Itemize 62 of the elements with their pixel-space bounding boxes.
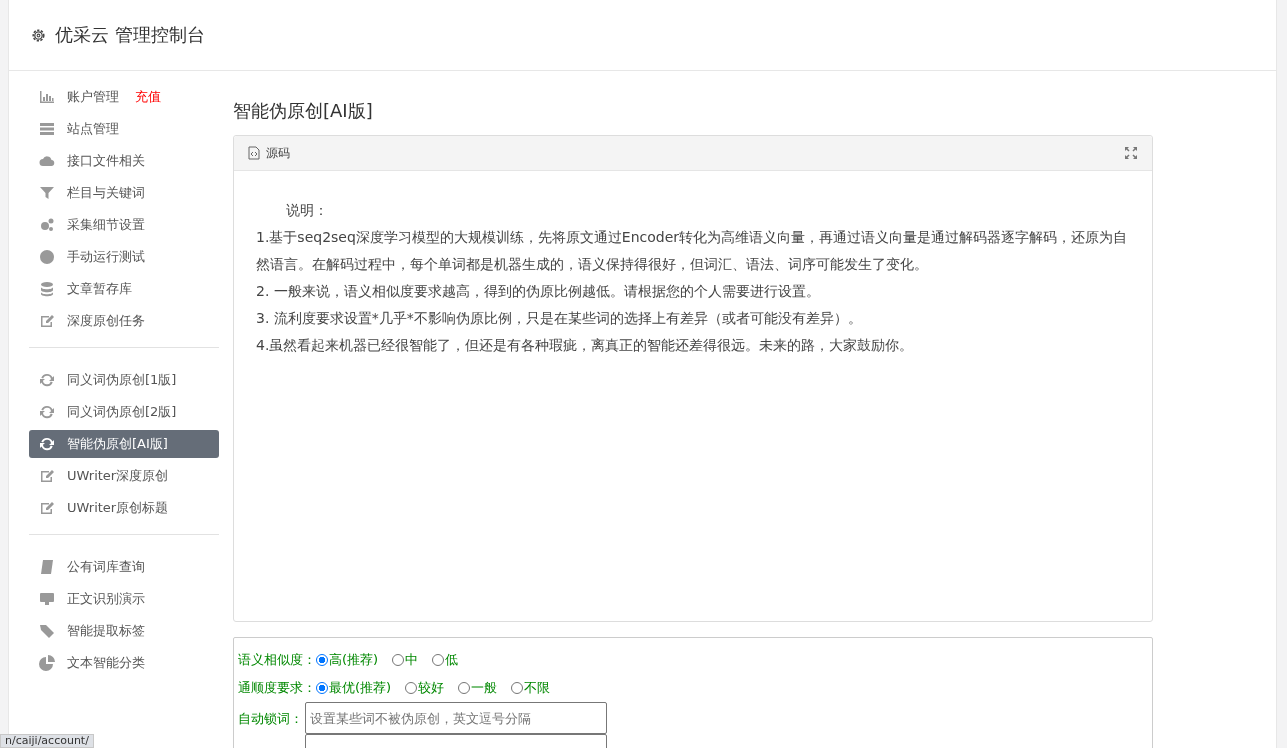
tag-icon: [39, 623, 55, 639]
radio-label[interactable]: 低: [445, 651, 459, 669]
sidebar-item[interactable]: 智能伪原创[AI版]: [29, 430, 219, 458]
field-label: 自动锁词：: [238, 710, 303, 728]
sidebar-item[interactable]: 文本智能分类: [29, 649, 219, 677]
sidebar-item[interactable]: 文章暂存库: [29, 275, 219, 303]
sidebar-item[interactable]: 接口文件相关: [29, 147, 219, 175]
radio-button[interactable]: [316, 654, 328, 666]
cloud-upload-icon: [39, 153, 55, 169]
source-button[interactable]: 源码: [248, 144, 290, 162]
radio-button[interactable]: [316, 682, 328, 694]
radio-button[interactable]: [432, 654, 445, 666]
description-paragraph: 2. 一般来说，语义相似度要求越高，得到的伪原比例越低。请根据您的个人需要进行设置。: [256, 282, 821, 301]
server-icon: [39, 121, 55, 137]
app-title: 优采云 管理控制台: [55, 23, 205, 47]
description-heading: 说明：: [286, 201, 329, 220]
sidebar-item[interactable]: 站点管理: [29, 115, 219, 143]
sidebar-item[interactable]: UWriter原创标题: [29, 494, 219, 522]
description-paragraph: 1.基于seq2seq深度学习模型的大规模训练，先将原文通过Encoder转化为高维语义向量，再通过语义向量是通过解码器逐字解码，还原为自然语言。在解码过程中，每个单词都是机器生成的，语义保持得很好，但词汇、语法、词序可能发生了变化。: [256, 228, 1129, 274]
sidebar-item[interactable]: 同义词伪原创[1版]: [29, 366, 219, 394]
option-label: 通顺度要求：: [238, 679, 316, 697]
sidebar-item[interactable]: 同义词伪原创[2版]: [29, 398, 219, 426]
monitor-icon: [39, 591, 55, 607]
radio-label[interactable]: 不限: [524, 679, 551, 697]
refresh-icon: [39, 404, 55, 420]
sidebar-item[interactable]: 账户管理 充值: [29, 83, 219, 111]
sidebar-item[interactable]: 手动运行测试: [29, 243, 219, 271]
sidebar-item[interactable]: 深度原创任务: [29, 307, 219, 335]
edit-icon: [39, 468, 55, 484]
refresh-icon: [39, 436, 55, 452]
fullscreen-icon[interactable]: [1124, 146, 1138, 160]
refresh-icon: [39, 372, 55, 388]
edit-icon: [39, 500, 55, 516]
radio-label[interactable]: 较好: [418, 679, 445, 697]
lock-words-field[interactable]: 设置某些词不被伪原创，英文逗号分隔: [305, 702, 607, 734]
status-url-tooltip: n/caiji/account/: [0, 734, 94, 748]
sidebar-item[interactable]: 公有词库查询: [29, 553, 219, 581]
settings-icon[interactable]: [30, 26, 47, 44]
filter-icon: [39, 185, 55, 201]
page-title: 智能伪原创[AI版]: [233, 99, 374, 123]
edit-icon: [39, 313, 55, 329]
sidebar-item[interactable]: 智能提取标签: [29, 617, 219, 645]
option-label: 语义相似度：: [238, 651, 316, 669]
sidebar-item[interactable]: 正文识别演示: [29, 585, 219, 613]
radio-button[interactable]: [458, 682, 471, 694]
radio-button[interactable]: [392, 654, 405, 666]
sidebar-item[interactable]: UWriter深度原创: [29, 462, 219, 490]
sidebar-item[interactable]: 采集细节设置: [29, 211, 219, 239]
radio-button[interactable]: [511, 682, 524, 694]
sidebar-item[interactable]: 栏目与关键词: [29, 179, 219, 207]
recharge-link[interactable]: 充值: [135, 88, 161, 106]
radio-label[interactable]: 高(推荐): [329, 651, 379, 669]
file-code-icon: [248, 146, 260, 160]
database-icon: [39, 281, 55, 297]
radio-label[interactable]: 中: [405, 651, 419, 669]
bar-chart-icon: [39, 89, 55, 105]
pie-chart-icon: [39, 655, 55, 671]
description-paragraph: 3. 流利度要求设置*几乎*不影响伪原比例，只是在某些词的选择上有差异（或者可能没有差异）。: [256, 309, 863, 328]
radio-label[interactable]: 最优(推荐): [329, 679, 392, 697]
radio-button[interactable]: [405, 682, 418, 694]
description-paragraph: 4.虽然看起来机器已经很智能了，但还是有各种瑕疵，离真正的智能还差得很远。未来的路，大家鼓励你。: [256, 336, 915, 355]
radio-label[interactable]: 一般: [471, 679, 498, 697]
